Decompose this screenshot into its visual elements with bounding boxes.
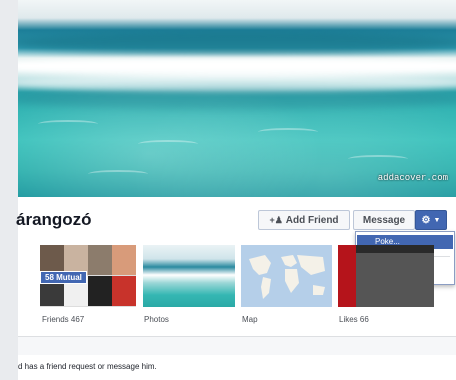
cover-watermark: addacover.com — [377, 173, 448, 183]
add-friend-icon: +♟ — [269, 214, 283, 225]
cover-ripple — [258, 128, 318, 136]
world-map-image — [249, 255, 325, 299]
likes-photo-segment — [356, 253, 434, 307]
cover-ripple — [348, 155, 408, 163]
divider — [18, 336, 456, 337]
cover-ripple — [38, 120, 98, 128]
message-button[interactable]: Message — [353, 210, 415, 230]
message-label: Message — [362, 214, 406, 226]
cover-wave — [18, 32, 456, 54]
settings-dropdown-button[interactable]: ⚙ ▼ — [415, 210, 447, 230]
photos-thumbnail[interactable] — [143, 245, 235, 307]
map-thumbnail[interactable] — [241, 245, 332, 307]
friend-photo — [88, 245, 112, 275]
cover-wave-2 — [18, 88, 456, 110]
friend-request-notice: d has a friend request or message him. — [18, 362, 157, 371]
chevron-down-icon: ▼ — [433, 216, 441, 224]
friends-thumbnail[interactable]: 58 Mutual — [40, 245, 136, 307]
likes-thumbnail[interactable] — [338, 245, 434, 307]
add-friend-button[interactable]: +♟ Add Friend — [258, 210, 350, 230]
likes-caption[interactable]: Likes 66 — [339, 315, 369, 324]
mutual-friends-badge: 58 Mutual — [40, 271, 87, 284]
cover-photo[interactable]: addacover.com — [18, 0, 456, 197]
cover-ripple — [138, 140, 198, 148]
cover-ripple — [88, 170, 148, 178]
friend-photo — [88, 276, 112, 306]
profile-page: addacover.com árangozó +♟ Add Friend Mes… — [16, 0, 456, 380]
map-caption[interactable]: Map — [242, 315, 258, 324]
photos-caption[interactable]: Photos — [144, 315, 169, 324]
friends-caption[interactable]: Friends 467 — [42, 315, 84, 324]
friend-photo — [112, 245, 136, 275]
likes-photo-segment — [338, 245, 356, 307]
gear-icon: ⚙ — [421, 214, 431, 226]
section-separator — [18, 337, 456, 355]
profile-name[interactable]: árangozó — [16, 210, 92, 230]
friend-photo — [112, 276, 136, 306]
add-friend-label: Add Friend — [285, 214, 339, 226]
